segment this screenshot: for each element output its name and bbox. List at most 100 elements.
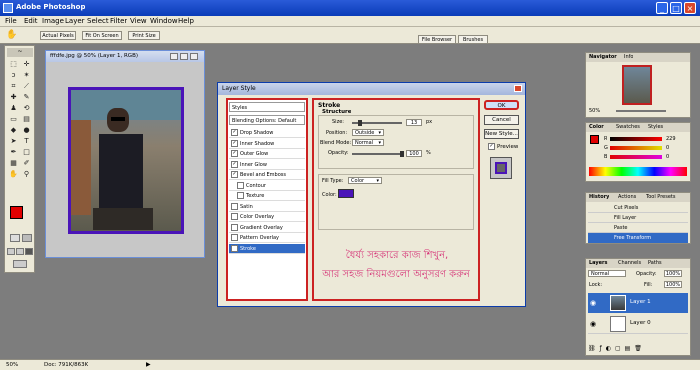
zoom-tool-icon[interactable]: ⚲ (21, 170, 32, 179)
layers-fill-input[interactable]: 100% (664, 281, 682, 288)
tab-brushes[interactable]: Brushes (458, 35, 488, 44)
checkbox-icon[interactable] (237, 192, 244, 199)
lasso-tool-icon[interactable]: ↄ (8, 71, 19, 80)
g-slider[interactable] (610, 146, 662, 150)
color-spectrum-bar[interactable] (589, 167, 687, 176)
history-item-fill-layer[interactable]: Fill Layer (588, 213, 688, 223)
layer-0-name[interactable]: Layer 0 (630, 320, 651, 326)
checkbox-icon[interactable] (231, 234, 238, 241)
tab-swatches[interactable]: Swatches (616, 124, 640, 130)
checkbox-icon[interactable] (237, 181, 244, 189)
photo-canvas[interactable] (68, 87, 184, 234)
checkbox-icon[interactable] (231, 202, 238, 210)
brush-tool-icon[interactable]: ✎ (21, 93, 32, 102)
tab-color[interactable]: Color (589, 124, 604, 130)
tab-file-browser[interactable]: File Browser (418, 35, 456, 44)
menu-view[interactable]: View (130, 17, 147, 25)
menu-edit[interactable]: Edit (24, 17, 38, 25)
tab-actions[interactable]: Actions (618, 194, 636, 200)
size-input[interactable]: 13 (406, 119, 422, 126)
style-item-stroke[interactable]: ✓ Stroke (229, 243, 305, 254)
layer-row-layer-1[interactable]: ◉ Layer 1 (588, 293, 688, 313)
style-item-contour[interactable]: Contour (229, 181, 305, 191)
history-item-paste[interactable]: Paste (588, 223, 688, 233)
fill-type-select[interactable]: Color ▾ (348, 177, 382, 184)
style-item-inner-shadow[interactable]: ✓ Inner Shadow (229, 139, 305, 149)
tab-tool-presets[interactable]: Tool Presets (646, 194, 676, 200)
color-foreground-swatch[interactable] (590, 135, 599, 144)
checkbox-icon[interactable]: ✓ (231, 150, 238, 157)
style-item-bevel-and-emboss[interactable]: ✓ Bevel and Emboss (229, 170, 305, 180)
standard-mode-icon[interactable] (10, 234, 20, 242)
navigator-zoom[interactable]: 50% (589, 108, 600, 114)
style-item-satin[interactable]: Satin (229, 202, 305, 212)
layers-footer-icons[interactable]: ⛓ƒ◐▢▤🗑 (588, 345, 688, 354)
screen-mode-standard-icon[interactable] (7, 248, 15, 255)
crop-tool-icon[interactable]: ⌗ (8, 82, 19, 91)
actual-pixels-button[interactable]: Actual Pixels (40, 31, 76, 40)
style-item-color-overlay[interactable]: Color Overlay (229, 212, 305, 222)
layer-1-name[interactable]: Layer 1 (630, 299, 651, 305)
menu-window[interactable]: Window (150, 17, 178, 25)
screen-mode-full-icon[interactable] (25, 248, 33, 255)
healing-brush-icon[interactable]: ✚ (8, 93, 19, 102)
style-item-texture[interactable]: Texture (229, 191, 305, 201)
marquee-tool-icon[interactable]: ⬚ (8, 60, 19, 69)
path-select-icon[interactable]: ➤ (8, 137, 19, 146)
status-arrow-icon[interactable]: ▶ (146, 361, 151, 368)
move-tool-icon[interactable]: ✛ (21, 60, 32, 69)
styles-header[interactable]: Styles (229, 102, 305, 112)
history-item-cut-pixels[interactable]: Cut Pixels (588, 203, 688, 213)
menu-select[interactable]: Select (87, 17, 109, 25)
preview-checkbox[interactable]: ✓ Preview (486, 143, 518, 150)
menu-image[interactable]: Image (42, 17, 64, 25)
minimize-button[interactable]: _ (656, 2, 668, 14)
navigator-zoom-slider[interactable] (616, 110, 666, 112)
slice-tool-icon[interactable]: ⟋ (21, 82, 32, 91)
doc-maximize-button[interactable] (180, 53, 188, 60)
tab-layers[interactable]: Layers (589, 260, 608, 266)
blend-mode-dropdown[interactable]: Normal (588, 270, 626, 277)
r-value[interactable]: 229 (666, 136, 676, 142)
style-item-pattern-overlay[interactable]: Pattern Overlay (229, 233, 305, 243)
new-style-button[interactable]: New Style... (484, 129, 519, 139)
doc-minimize-button[interactable] (170, 53, 178, 60)
doc-close-button[interactable] (190, 53, 198, 60)
menu-file[interactable]: File (5, 17, 17, 25)
position-select[interactable]: Outside ▾ (352, 129, 384, 136)
status-zoom[interactable]: 50% (6, 362, 18, 368)
cancel-button[interactable]: Cancel (484, 115, 519, 125)
checkbox-icon[interactable]: ✓ (231, 139, 238, 147)
jump-to-imageready-icon[interactable] (13, 260, 27, 268)
stamp-tool-icon[interactable]: ♟ (8, 104, 19, 113)
history-brush-icon[interactable]: ⟲ (21, 104, 32, 113)
b-value[interactable]: 0 (666, 154, 669, 160)
quick-mask-icon[interactable] (22, 234, 32, 242)
hand-tool-icon[interactable]: ✋ (6, 30, 20, 41)
screen-mode-full-menu-icon[interactable] (16, 248, 24, 255)
fit-on-screen-button[interactable]: Fit On Screen (82, 31, 122, 40)
g-value[interactable]: 0 (666, 145, 669, 151)
layer-row-layer-0[interactable]: ◉ Layer 0 (588, 314, 688, 334)
menu-help[interactable]: Help (178, 17, 194, 25)
tab-styles[interactable]: Styles (648, 124, 663, 130)
checkbox-icon[interactable]: ✓ (231, 129, 238, 136)
style-item-inner-glow[interactable]: ✓ Inner Glow (229, 160, 305, 170)
visibility-eye-icon[interactable]: ◉ (590, 299, 596, 307)
magic-wand-tool-icon[interactable]: ✶ (21, 71, 32, 80)
eyedropper-tool-icon[interactable]: ✐ (21, 159, 32, 168)
blur-tool-icon[interactable]: ◆ (8, 126, 19, 135)
close-button[interactable]: × (684, 2, 696, 14)
pen-tool-icon[interactable]: ✒ (8, 148, 19, 157)
dodge-tool-icon[interactable]: ● (21, 126, 32, 135)
style-item-outer-glow[interactable]: ✓ Outer Glow (229, 149, 305, 159)
gradient-tool-icon[interactable]: ▤ (21, 115, 32, 124)
shape-tool-icon[interactable]: □ (21, 148, 32, 157)
menu-layer[interactable]: Layer (65, 17, 85, 25)
tab-channels[interactable]: Channels (618, 260, 641, 266)
checkbox-icon[interactable]: ✓ (231, 244, 238, 252)
opacity-input[interactable]: 100 (406, 150, 422, 157)
ok-button[interactable]: OK (484, 100, 519, 110)
menu-filter[interactable]: Filter (110, 17, 127, 25)
notes-tool-icon[interactable]: ▦ (8, 159, 19, 168)
